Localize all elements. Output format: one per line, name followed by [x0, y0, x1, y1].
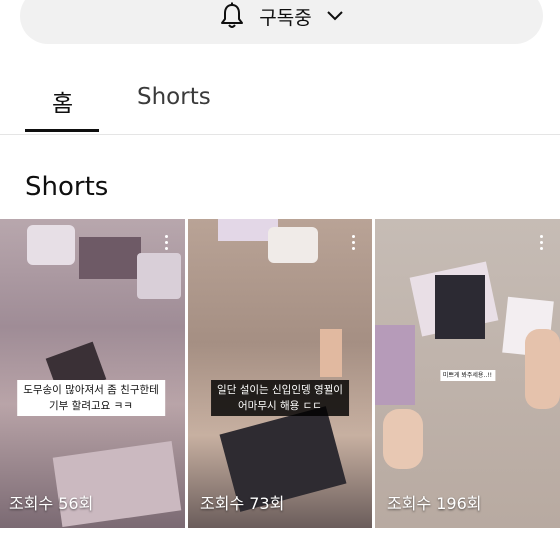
caption-line: 기부 할려고요 ㅋㅋ [49, 400, 133, 412]
short-card[interactable]: 도무송이 많아져서 좀 친구한테 기부 할려고요 ㅋㅋ 조회수 56회 [0, 219, 185, 528]
more-options-icon[interactable] [350, 235, 356, 250]
view-count: 조회수 196회 [387, 494, 482, 513]
short-caption: 일단 설이는 신입인뎅 영뀔이 어마무시 해용 ㄷㄷ [211, 380, 349, 416]
subscribe-button[interactable]: 구독중 [20, 0, 543, 44]
caption-line: 일단 설이는 신입인뎅 영뀔이 [217, 384, 343, 396]
subscribe-label: 구독중 [259, 6, 312, 29]
section-title: Shorts [25, 172, 109, 202]
active-tab-indicator [25, 129, 99, 132]
tab-shorts[interactable]: Shorts [137, 84, 211, 110]
shorts-shelf: 도무송이 많아져서 좀 친구한테 기부 할려고요 ㅋㅋ 조회수 56회 일단 설… [0, 219, 560, 528]
more-options-icon[interactable] [538, 235, 544, 250]
tab-home[interactable]: 홈 [52, 84, 73, 118]
bell-icon [219, 2, 245, 30]
channel-tabs: 홈 Shorts [0, 72, 560, 135]
short-card[interactable]: 미쁘게 봐주세용..!! 조회수 196회 [375, 219, 560, 528]
view-count: 조회수 73회 [200, 494, 285, 513]
chevron-down-icon [326, 10, 344, 22]
caption-line: 어마무시 해용 ㄷㄷ [238, 400, 322, 412]
short-caption: 도무송이 많아져서 좀 친구한테 기부 할려고요 ㅋㅋ [17, 380, 165, 416]
more-options-icon[interactable] [163, 235, 169, 250]
caption-line: 미쁘게 봐주세용..!! [442, 372, 493, 379]
caption-line: 도무송이 많아져서 좀 친구한테 [23, 384, 159, 396]
view-count: 조회수 56회 [9, 494, 94, 513]
short-caption: 미쁘게 봐주세용..!! [439, 370, 496, 381]
short-card[interactable]: 일단 설이는 신입인뎅 영뀔이 어마무시 해용 ㄷㄷ 조회수 73회 [188, 219, 372, 528]
